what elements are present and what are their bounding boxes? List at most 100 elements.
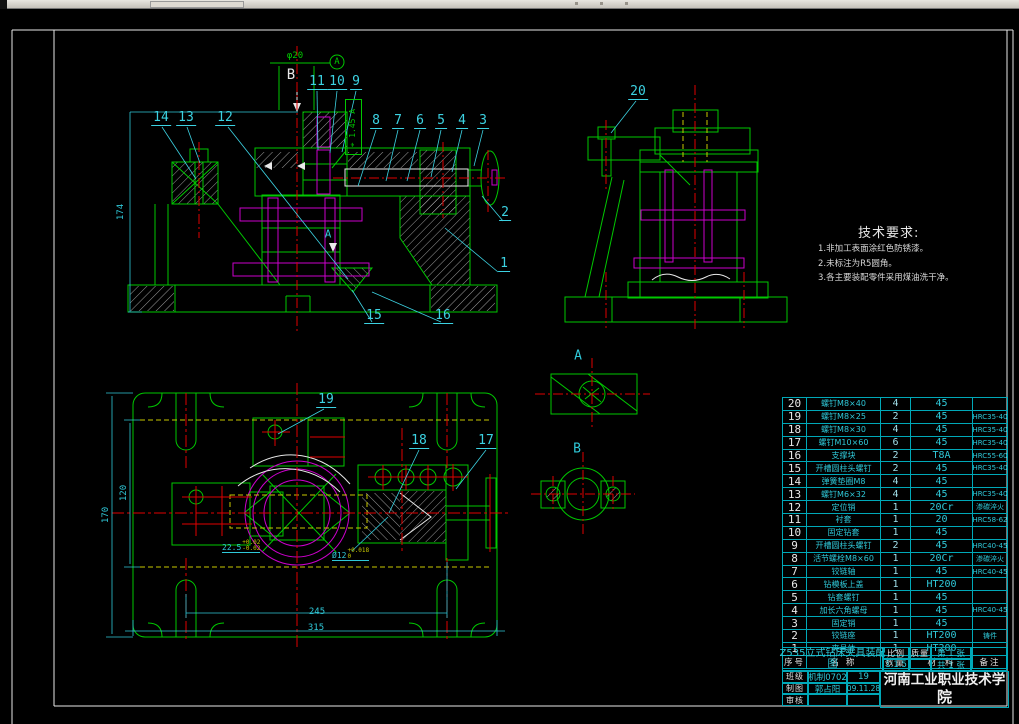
part-balloon-number: 15: [364, 309, 384, 324]
lower-tolerance: 0: [347, 554, 369, 560]
part-note-cell: HRC35-40: [973, 424, 1008, 436]
drawing-title-line2: 图: [828, 659, 838, 670]
dimension-value: 22.5: [222, 543, 241, 552]
part-name-cell: 加长六角螺母: [807, 604, 881, 616]
parts-table-row: 20 螺钉M8×40 4 45: [783, 398, 1008, 411]
part-number-cell: 18: [783, 424, 807, 436]
part-number-cell: 4: [783, 604, 807, 616]
part-number-cell: 10: [783, 527, 807, 539]
part-material-cell: 45: [911, 437, 973, 449]
geometric-tolerance-frame: ⌖ 1.45 A: [345, 99, 362, 155]
part-qty-cell: 1: [881, 591, 911, 603]
drafter-label: 制图: [782, 683, 808, 695]
parts-table-row: 4 加长六角螺母 1 45 HRC40-45: [783, 604, 1008, 617]
parts-table-row: 8 活节螺栓M8×60 1 20Cr 渗碳淬火: [783, 553, 1008, 566]
part-qty-cell: 2: [881, 450, 911, 462]
draw-date: 09.11.28: [847, 683, 880, 695]
part-qty-cell: 2: [881, 540, 911, 552]
parts-table-row: 6 钻模板上盖 1 HT200: [783, 578, 1008, 591]
parts-table-row: 10 固定钻套 1 45: [783, 527, 1008, 540]
part-note-cell: [973, 475, 1008, 487]
dimension-value: Ø12: [332, 551, 346, 560]
part-qty-cell: 1: [881, 566, 911, 578]
part-balloon-number: 8: [370, 114, 382, 129]
part-balloon-number: 16: [433, 309, 453, 324]
part-balloon-number: 19: [316, 393, 336, 408]
part-material-cell: T8A: [911, 450, 973, 462]
part-qty-cell: 1: [881, 578, 911, 590]
part-name-cell: 弹簧垫圈M8: [807, 475, 881, 487]
part-name-cell: 螺钉M6×32: [807, 488, 881, 500]
part-note-cell: [973, 398, 1008, 410]
part-note-cell: HRC35-40: [973, 462, 1008, 474]
part-balloon-number: 1: [498, 257, 510, 272]
tolerance-text: ⌖ 1.45 A: [348, 101, 358, 155]
part-material-cell: 45: [911, 591, 973, 603]
part-balloon-number: 6: [414, 114, 426, 129]
school-name: 河南工业职业技术学 院: [880, 671, 1009, 708]
part-qty-cell: 1: [881, 617, 911, 629]
part-number-cell: 8: [783, 553, 807, 565]
part-note-cell: HRC40-45: [973, 540, 1008, 552]
technical-requirement-item: 1.非加工表面涂红色防锈漆。: [818, 243, 1018, 256]
part-number-cell: 2: [783, 630, 807, 642]
tolerance-stack: +0.02 -0.02: [242, 540, 260, 552]
part-qty-cell: 1: [881, 630, 911, 642]
parts-table-row: 16 支撑块 2 T8A HRC55-60: [783, 450, 1008, 463]
empty-cell: [971, 647, 1007, 671]
part-name-cell: 螺钉M8×40: [807, 398, 881, 410]
part-material-cell: 20Cr: [911, 501, 973, 513]
part-note-cell: [973, 527, 1008, 539]
part-balloon-number: 5: [435, 114, 447, 129]
part-note-cell: HRC35-40: [973, 488, 1008, 500]
part-number-cell: 7: [783, 566, 807, 578]
tolerance-dimension-label: 22.5 +0.02 -0.02: [222, 540, 260, 553]
part-name-cell: 钻套螺钉: [807, 591, 881, 603]
part-material-cell: 45: [911, 604, 973, 616]
part-name-cell: 定位销: [807, 501, 881, 513]
part-number-cell: 19: [783, 411, 807, 423]
parts-table-row: 18 螺钉M8×30 4 45 HRC35-40: [783, 424, 1008, 437]
scale-label: 比例: [883, 647, 909, 659]
parts-table-row: 2 铰链座 1 HT200 铸件: [783, 630, 1008, 643]
drawing-title-line1: Z535立式钻床夹具装配: [780, 648, 886, 659]
part-material-cell: 45: [911, 475, 973, 487]
part-name-cell: 铰链轴: [807, 566, 881, 578]
part-note-cell: HRC40-45: [973, 604, 1008, 616]
mass-label: 质量: [909, 647, 931, 659]
part-note-cell: HRC55-60: [973, 450, 1008, 462]
datum-label-a: A: [334, 57, 339, 67]
parts-table-row: 3 固定销 1 45: [783, 617, 1008, 630]
drawing-title: Z535立式钻床夹具装配 图: [782, 647, 883, 671]
check-date: [847, 694, 880, 706]
section-label-b: B: [573, 442, 581, 457]
cad-application-canvas: ⌖ 1.45 A A B B A A 174φ20170120245315 22…: [0, 0, 1019, 724]
checker-label: 审核: [782, 694, 808, 706]
part-name-cell: 衬套: [807, 514, 881, 526]
dimension-label: 315: [308, 623, 324, 633]
part-qty-cell: 2: [881, 462, 911, 474]
part-qty-cell: 2: [881, 411, 911, 423]
part-name-cell: 固定钻套: [807, 527, 881, 539]
parts-table-row: 14 弹簧垫圈M8 4 45: [783, 475, 1008, 488]
part-number-cell: 12: [783, 501, 807, 513]
parts-table-row: 15 开槽圆柱头螺钉 2 45 HRC35-40: [783, 462, 1008, 475]
part-name-cell: 螺钉M8×25: [807, 411, 881, 423]
student-number: 19: [847, 671, 880, 683]
mass-value: [909, 659, 931, 671]
part-material-cell: 45: [911, 540, 973, 552]
sheets-total: 共 1 张: [931, 659, 971, 671]
part-material-cell: 45: [911, 527, 973, 539]
part-balloon-number: 17: [476, 434, 496, 449]
title-block: Z535立式钻床夹具装配 图 比例 质量 第 1 张 1:1.5 共 1 张 班…: [782, 647, 1007, 706]
drafter-name: 郭占阳: [808, 683, 847, 695]
parts-table-row: 19 螺钉M8×25 2 45 HRC35-40: [783, 411, 1008, 424]
part-qty-cell: 4: [881, 398, 911, 410]
part-number-cell: 13: [783, 488, 807, 500]
part-qty-cell: 1: [881, 604, 911, 616]
part-note-cell: HRC40-45: [973, 566, 1008, 578]
part-balloon-number: 2: [499, 206, 511, 221]
part-qty-cell: 1: [881, 501, 911, 513]
parts-table-row: 11 衬套 1 20 HRC58-62: [783, 514, 1008, 527]
dimension-label: 174: [116, 204, 126, 220]
